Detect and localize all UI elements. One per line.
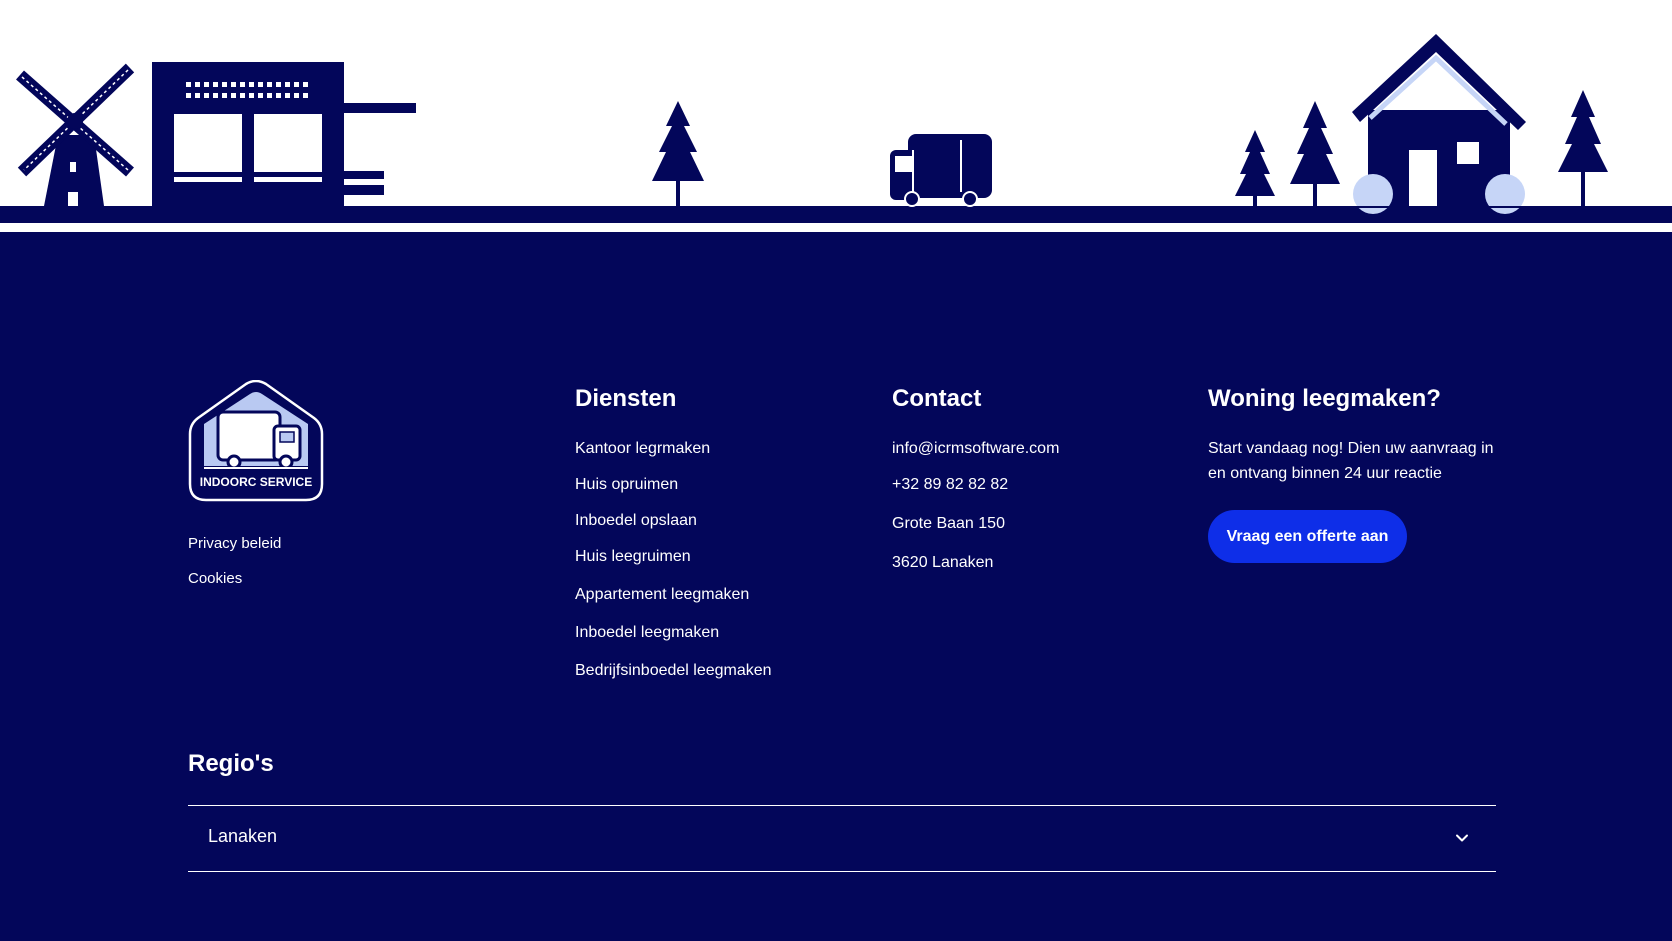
- contact-email-link[interactable]: info@icrmsoftware.com: [892, 440, 1059, 458]
- contact-street: Grote Baan 150: [892, 515, 1005, 532]
- service-link-tidy-house[interactable]: Huis opruimen: [575, 476, 678, 494]
- request-quote-button[interactable]: Vraag een offerte aan: [1208, 510, 1407, 563]
- contact-heading: Contact: [892, 385, 982, 412]
- windmill-icon: [16, 63, 135, 206]
- skyline-illustration: [0, 0, 1672, 235]
- service-link-apartment[interactable]: Appartement leegmaken: [575, 586, 749, 604]
- logo-wordmark: INDOORC SERVICE: [200, 475, 312, 489]
- house-icon: [1350, 34, 1530, 214]
- service-link-contents[interactable]: Inboedel leegmaken: [575, 624, 719, 642]
- region-accordion-lanaken[interactable]: Lanaken: [188, 805, 1496, 872]
- cookies-link[interactable]: Cookies: [188, 570, 242, 587]
- brand-logo[interactable]: INDOORC SERVICE: [188, 379, 324, 502]
- cta-description: Start vandaag nog! Dien uw aanvraag in e…: [1208, 440, 1494, 482]
- moving-truck-icon: [890, 134, 992, 207]
- warehouse-icon: [152, 62, 416, 206]
- logo-badge-icon: INDOORC SERVICE: [188, 379, 324, 502]
- services-heading: Diensten: [575, 385, 677, 412]
- service-link-clear-house[interactable]: Huis leegruimen: [575, 548, 691, 566]
- site-footer: INDOORC SERVICE Privacy beleid Cookies D…: [0, 232, 1672, 941]
- tree-icon: [652, 101, 704, 206]
- cta-heading: Woning leegmaken?: [1208, 385, 1441, 412]
- chevron-down-icon[interactable]: [1454, 830, 1470, 846]
- service-link-storage[interactable]: Inboedel opslaan: [575, 512, 697, 530]
- privacy-link[interactable]: Privacy beleid: [188, 535, 281, 552]
- service-link-office[interactable]: Kantoor legrmaken: [575, 440, 710, 458]
- road: [0, 206, 1672, 223]
- regions-heading: Regio's: [188, 750, 274, 777]
- contact-city: 3620 Lanaken: [892, 554, 994, 571]
- skyline-svg: [0, 34, 1672, 228]
- contact-phone-link[interactable]: +32 89 82 82 82: [892, 476, 1008, 494]
- service-link-business[interactable]: Bedrijfsinboedel leegmaken: [575, 662, 772, 680]
- region-accordion-label: Lanaken: [208, 826, 278, 846]
